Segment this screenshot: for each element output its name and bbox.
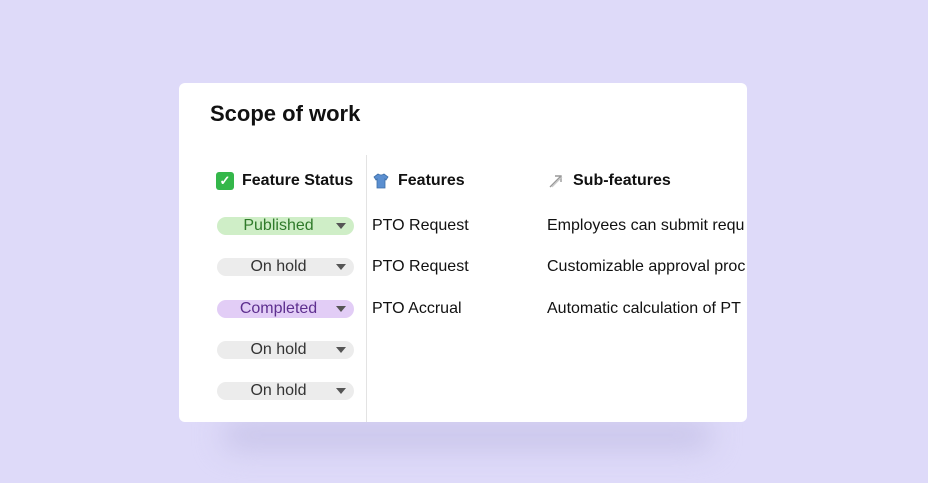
- check-box-icon: ✓: [216, 172, 234, 190]
- subfeature-cell[interactable]: Customizable approval proc: [547, 257, 747, 277]
- header-status-label: Feature Status: [242, 172, 354, 189]
- status-label: On hold: [250, 341, 307, 358]
- shirt-icon: [372, 172, 390, 190]
- chevron-down-icon: [336, 306, 346, 312]
- status-dropdown[interactable]: On hold: [217, 258, 354, 276]
- header-feature-status[interactable]: ✓ Feature Status: [216, 170, 353, 192]
- feature-cell[interactable]: PTO Accrual: [372, 299, 462, 319]
- chevron-down-icon: [336, 347, 346, 353]
- scope-card: Scope of work ✓ Feature Status Features …: [179, 83, 747, 422]
- subfeature-cell[interactable]: Employees can submit requ: [547, 216, 747, 236]
- status-dropdown[interactable]: On hold: [217, 382, 354, 400]
- status-label: Completed: [239, 300, 318, 317]
- feature-cell[interactable]: PTO Request: [372, 257, 469, 277]
- header-subfeatures[interactable]: Sub-features: [547, 170, 671, 192]
- status-dropdown[interactable]: On hold: [217, 341, 354, 359]
- status-dropdown[interactable]: Published: [217, 217, 354, 235]
- header-subfeatures-label: Sub-features: [573, 172, 671, 189]
- status-label: Published: [243, 217, 314, 234]
- card-shadow: [222, 420, 712, 450]
- column-divider: [366, 155, 367, 422]
- subfeature-cell[interactable]: Automatic calculation of PT: [547, 299, 747, 319]
- status-label: On hold: [250, 258, 307, 275]
- status-label: On hold: [250, 382, 307, 399]
- link-arrow-icon: [547, 172, 565, 190]
- header-features[interactable]: Features: [372, 170, 465, 192]
- chevron-down-icon: [336, 388, 346, 394]
- chevron-down-icon: [336, 223, 346, 229]
- chevron-down-icon: [336, 264, 346, 270]
- feature-cell[interactable]: PTO Request: [372, 216, 469, 236]
- header-features-label: Features: [398, 172, 465, 189]
- status-dropdown[interactable]: Completed: [217, 300, 354, 318]
- card-title: Scope of work: [210, 101, 361, 126]
